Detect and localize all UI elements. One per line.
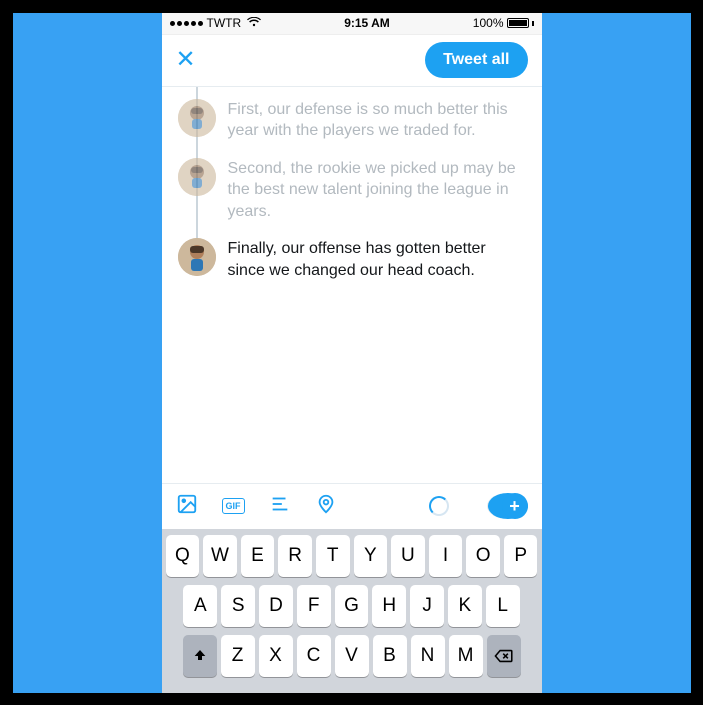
avatar — [178, 238, 216, 276]
wifi-icon — [247, 16, 261, 30]
phone-screen: TWTR 9:15 AM 100% ✕ Tweet all — [162, 13, 542, 693]
thread-entry-text[interactable]: Finally, our offense has gotten better s… — [228, 238, 526, 281]
key-o[interactable]: O — [466, 535, 500, 577]
thread-area[interactable]: First, our defense is so much better thi… — [162, 87, 542, 483]
tweet-all-button[interactable]: Tweet all — [425, 42, 527, 78]
key-w[interactable]: W — [203, 535, 237, 577]
compose-nav-bar: ✕ Tweet all — [162, 35, 542, 87]
signal-dots-icon — [170, 21, 203, 26]
shift-key[interactable] — [183, 635, 217, 677]
battery-icon — [507, 18, 529, 28]
key-b[interactable]: B — [373, 635, 407, 677]
status-time: 9:15 AM — [344, 16, 390, 30]
key-z[interactable]: Z — [221, 635, 255, 677]
location-icon[interactable] — [315, 493, 337, 520]
key-v[interactable]: V — [335, 635, 369, 677]
key-a[interactable]: A — [183, 585, 217, 627]
key-x[interactable]: X — [259, 635, 293, 677]
key-c[interactable]: C — [297, 635, 331, 677]
key-i[interactable]: I — [429, 535, 463, 577]
photo-icon[interactable] — [176, 493, 198, 520]
keyboard-row-2: ASDFGHJKL — [166, 585, 538, 627]
keyboard-row-3: ZXCVBNM — [166, 635, 538, 677]
compose-toolbar: GIF + — [162, 483, 542, 529]
thread-entry-text[interactable]: Second, the rookie we picked up may be t… — [228, 158, 526, 223]
close-icon[interactable]: ✕ — [176, 48, 196, 72]
key-n[interactable]: N — [411, 635, 445, 677]
keyboard-row-1: QWERTYUIOP — [166, 535, 538, 577]
thread-entry[interactable]: Second, the rookie we picked up may be t… — [178, 150, 526, 231]
key-h[interactable]: H — [372, 585, 406, 627]
avatar — [178, 158, 216, 196]
key-u[interactable]: U — [391, 535, 425, 577]
char-count-ring — [429, 496, 449, 516]
status-battery: 100% — [473, 16, 534, 30]
key-t[interactable]: T — [316, 535, 350, 577]
status-bar: TWTR 9:15 AM 100% — [162, 13, 542, 35]
avatar — [178, 99, 216, 137]
add-tweet-button[interactable]: + — [487, 493, 528, 519]
poll-icon[interactable] — [269, 493, 291, 520]
gif-icon[interactable]: GIF — [222, 498, 245, 514]
thread-entry-active[interactable]: Finally, our offense has gotten better s… — [178, 230, 526, 289]
key-d[interactable]: D — [259, 585, 293, 627]
key-e[interactable]: E — [241, 535, 275, 577]
outer-frame: TWTR 9:15 AM 100% ✕ Tweet all — [13, 13, 691, 693]
key-l[interactable]: L — [486, 585, 520, 627]
key-f[interactable]: F — [297, 585, 331, 627]
status-left: TWTR — [170, 16, 262, 30]
key-q[interactable]: Q — [166, 535, 200, 577]
thread-entry[interactable]: First, our defense is so much better thi… — [178, 91, 526, 150]
thread-entry-text[interactable]: First, our defense is so much better thi… — [228, 99, 526, 142]
key-g[interactable]: G — [335, 585, 369, 627]
key-s[interactable]: S — [221, 585, 255, 627]
key-k[interactable]: K — [448, 585, 482, 627]
key-p[interactable]: P — [504, 535, 538, 577]
battery-pct: 100% — [473, 16, 504, 30]
key-j[interactable]: J — [410, 585, 444, 627]
backspace-key[interactable] — [487, 635, 521, 677]
carrier-label: TWTR — [207, 16, 242, 30]
key-r[interactable]: R — [278, 535, 312, 577]
key-m[interactable]: M — [449, 635, 483, 677]
keyboard[interactable]: QWERTYUIOP ASDFGHJKL ZXCVBNM — [162, 529, 542, 693]
key-y[interactable]: Y — [354, 535, 388, 577]
